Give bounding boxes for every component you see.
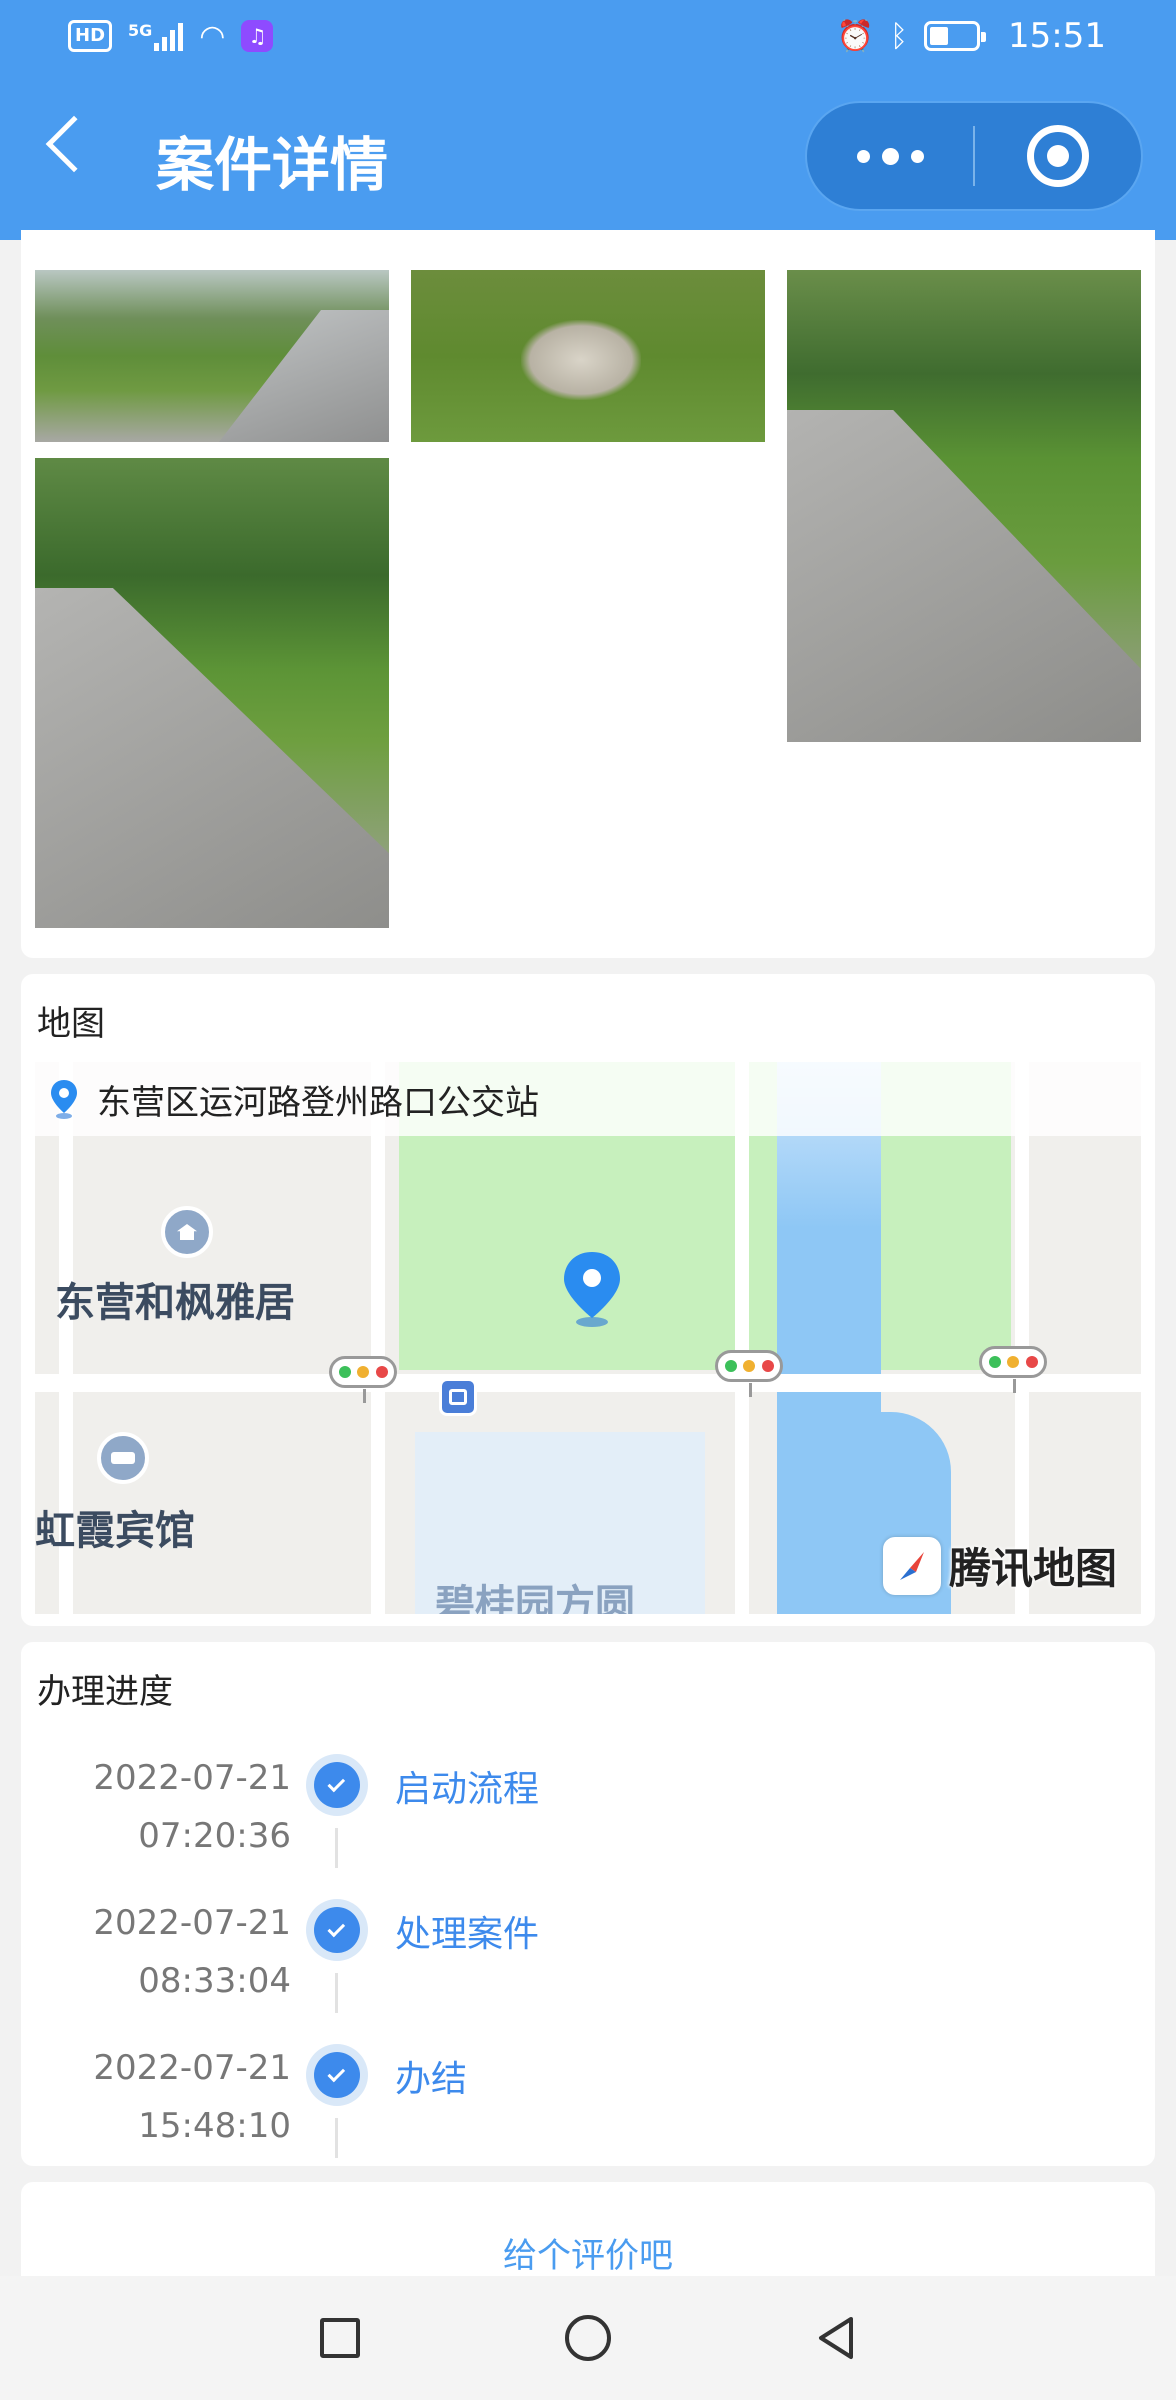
top-bar: HD 5G ◠ ♫ ⏰ ᛒ 15:51 案件详情 — [0, 0, 1176, 240]
close-miniprogram-button[interactable] — [975, 103, 1141, 209]
signal-icon — [154, 21, 184, 51]
map-road — [735, 1062, 749, 1614]
map-section-title: 地图 — [37, 1004, 105, 1044]
step-time: 15:48:10 — [138, 2106, 291, 2146]
tencent-map-logo: 腾讯地图 — [882, 1535, 1117, 1596]
step-label: 处理案件 — [395, 1914, 540, 1955]
address-bar: 东营区运河路登州路口公交站 — [35, 1062, 1141, 1136]
traffic-light-icon — [979, 1346, 1047, 1393]
step-label: 办结 — [395, 2059, 468, 2100]
timeline-step: 2022-07-21 15:48:10 办结 — [21, 2038, 1155, 2183]
map-view[interactable]: 东营和枫雅居 虹霞宾馆 碧桂园方圆 东营区运河路登州路口公交站 腾讯地图 — [35, 1062, 1141, 1614]
status-bar: HD 5G ◠ ♫ ⏰ ᛒ 15:51 — [68, 14, 1106, 58]
poi-label[interactable]: 虹霞宾馆 — [35, 1498, 195, 1556]
map-road — [1015, 1062, 1029, 1614]
location-pin-icon — [564, 1252, 620, 1327]
timeline-connector — [335, 1973, 338, 2013]
more-dots-icon — [856, 149, 870, 163]
map-road — [371, 1062, 385, 1614]
timeline-connector — [335, 1828, 338, 1868]
check-circle-icon — [306, 1899, 368, 1961]
system-nav-bar — [0, 2276, 1176, 2400]
home-poi-icon — [161, 1206, 213, 1258]
location-marker-icon — [51, 1080, 77, 1119]
check-circle-icon — [306, 1754, 368, 1816]
square-icon — [320, 2318, 360, 2358]
case-photo-1[interactable] — [35, 270, 389, 442]
battery-icon — [924, 21, 987, 51]
timeline-step: 2022-07-21 07:20:36 启动流程 — [21, 1748, 1155, 1893]
map-road — [35, 1374, 1141, 1392]
case-photo-3[interactable] — [787, 270, 1141, 742]
back-nav-button[interactable] — [806, 2308, 866, 2368]
check-circle-icon — [306, 2044, 368, 2106]
map-provider-label: 腾讯地图 — [948, 1544, 1117, 1593]
home-button[interactable] — [558, 2308, 618, 2368]
bus-stop-icon — [439, 1378, 477, 1416]
case-photo-4[interactable] — [35, 458, 389, 928]
timeline-connector — [335, 2118, 338, 2158]
target-icon — [1027, 125, 1089, 187]
step-date: 2022-07-21 — [93, 2048, 291, 2088]
step-date: 2022-07-21 — [93, 1903, 291, 1943]
step-time: 07:20:36 — [138, 1816, 291, 1856]
page-title: 案件详情 — [156, 131, 389, 199]
step-time: 08:33:04 — [138, 1961, 291, 2001]
poi-label[interactable]: 东营和枫雅居 — [55, 1270, 295, 1328]
traffic-light-icon — [329, 1356, 397, 1403]
more-button[interactable] — [807, 103, 973, 209]
bluetooth-icon: ᛒ — [890, 18, 909, 54]
map-card: 地图 东营和枫雅居 虹霞宾馆 碧桂园方圆 东营区运河路登州路口公交站 腾讯地图 — [21, 974, 1155, 1626]
poi-label[interactable]: 碧桂园方圆 — [435, 1572, 635, 1614]
hd-badge: HD — [68, 20, 113, 52]
rate-link[interactable]: 给个评价吧 — [21, 2228, 1155, 2277]
network-indicator: 5G — [128, 21, 184, 51]
music-app-icon: ♫ — [241, 20, 274, 52]
clock: 15:51 — [1008, 16, 1106, 56]
compass-icon — [882, 1536, 941, 1595]
recent-apps-button[interactable] — [310, 2308, 370, 2368]
mini-program-capsule — [805, 101, 1143, 211]
triangle-back-icon — [819, 2317, 853, 2359]
network-label: 5G — [128, 21, 153, 40]
progress-section-title: 办理进度 — [37, 1672, 173, 1712]
hotel-poi-icon — [97, 1432, 149, 1484]
progress-card: 办理进度 2022-07-21 07:20:36 启动流程 2022-07-21… — [21, 1642, 1155, 2166]
step-label: 启动流程 — [395, 1769, 540, 1810]
address-text: 东营区运河路登州路口公交站 — [97, 1082, 539, 1123]
traffic-light-icon — [715, 1350, 783, 1397]
case-photo-2[interactable] — [411, 270, 765, 442]
step-date: 2022-07-21 — [93, 1758, 291, 1798]
timeline-step: 2022-07-21 08:33:04 处理案件 — [21, 1893, 1155, 2038]
back-button[interactable] — [45, 115, 103, 173]
photos-card — [21, 230, 1155, 958]
circle-icon — [565, 2315, 611, 2361]
wifi-icon: ◠ — [199, 18, 226, 54]
alarm-icon: ⏰ — [836, 18, 875, 54]
